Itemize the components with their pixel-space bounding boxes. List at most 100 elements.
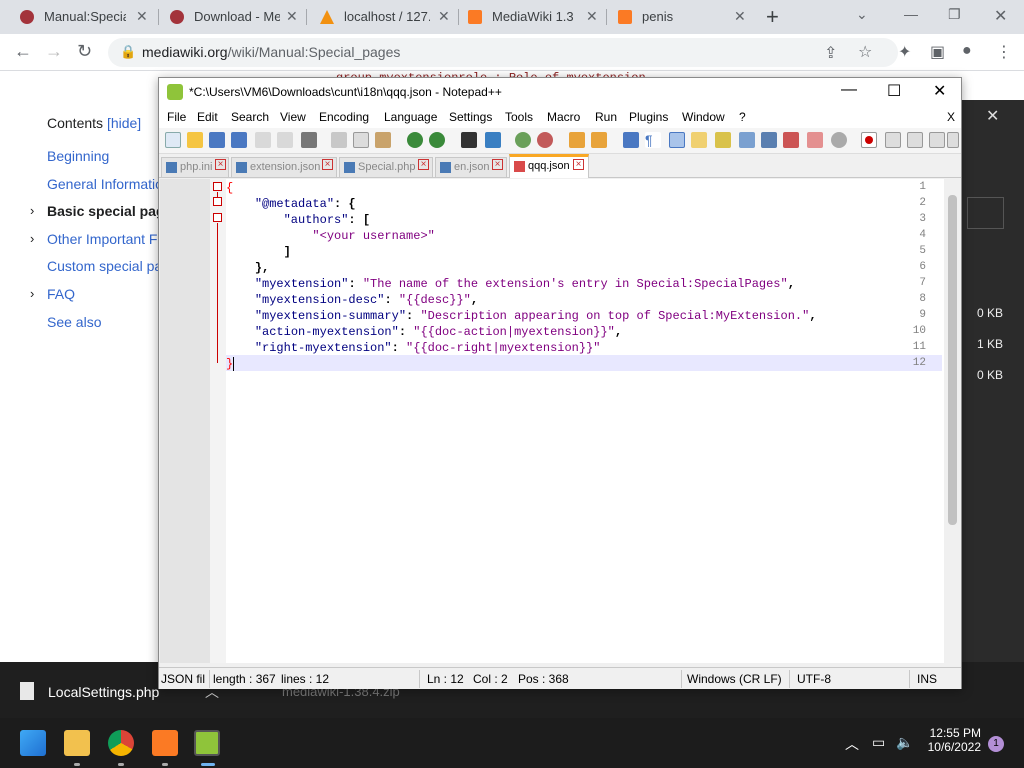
side-panel-icon[interactable]: ▣ [930,42,945,62]
monitoring-icon[interactable] [831,132,847,148]
sync-vertical-icon[interactable] [569,132,585,148]
close-tab-icon[interactable]: × [492,159,503,170]
menu-window[interactable]: Window [682,110,725,124]
undo-icon[interactable] [407,132,423,148]
menu-language[interactable]: Language [384,110,437,124]
menu-kebab-icon[interactable]: ⋮ [996,42,1012,62]
fold-minus-icon[interactable] [213,197,222,206]
volume-icon[interactable]: 🔈 [896,734,913,751]
document-tab-active[interactable]: qqq.json × [509,154,589,178]
notepadpp-taskbar-icon[interactable] [194,730,220,756]
menu-encoding[interactable]: Encoding [319,110,369,124]
network-icon[interactable]: ▭ [872,734,885,751]
print-icon[interactable] [301,132,317,148]
restore-icon[interactable]: ❐ [948,6,961,23]
doc-map-icon[interactable] [715,132,731,148]
reload-icon[interactable]: ↻ [77,41,92,62]
file-explorer-icon[interactable] [64,730,90,756]
minimize-icon[interactable]: — [904,6,918,22]
open-file-icon[interactable] [187,132,203,148]
document-tab[interactable]: en.json × [435,157,507,177]
bookmark-star-icon[interactable]: ☆ [858,42,872,62]
document-tab[interactable]: php.ini × [161,157,229,177]
toc-item-basic[interactable]: Basic special pag [47,203,165,219]
windows-start-icon[interactable] [20,730,46,756]
document-tab[interactable]: Special.php × [339,157,433,177]
folder-as-workspace-icon[interactable] [783,132,799,148]
minimize-icon[interactable]: — [841,81,857,99]
notification-badge[interactable]: 1 [988,736,1004,752]
tab-search-icon[interactable]: ⌄ [856,6,868,23]
close-tab-icon[interactable]: ✕ [136,8,148,25]
menu-search[interactable]: Search [231,110,269,124]
close-all-icon[interactable] [277,132,293,148]
code-editor[interactable]: 1 2 3 4 5 6 7 8 9 10 11 12 { "@metadata"… [160,179,944,663]
find-icon[interactable] [461,132,477,148]
system-clock[interactable]: 12:55 PM 10/6/2022 [925,726,981,754]
fold-minus-icon[interactable] [213,182,222,191]
toc-item-see-also[interactable]: See also [47,314,101,330]
chrome-icon[interactable] [108,730,134,756]
folder-icon[interactable] [807,132,823,148]
menu-edit[interactable]: Edit [197,110,218,124]
toc-hide-link[interactable]: [hide] [107,115,141,131]
toc-item-beginning[interactable]: Beginning [47,148,109,164]
close-window-icon[interactable]: ✕ [994,6,1007,26]
menu-settings[interactable]: Settings [449,110,492,124]
chevron-right-icon[interactable]: › [30,203,34,218]
browser-tab-2[interactable]: Download - Me ✕ [150,0,306,34]
browser-tab-3[interactable]: localhost / 127. ✕ [300,0,458,34]
share-icon[interactable]: ⇪ [824,43,837,63]
chevron-right-icon[interactable]: › [30,286,34,301]
zoom-in-icon[interactable] [515,132,531,148]
close-tab-icon[interactable]: × [573,159,584,170]
stop-macro-icon[interactable] [885,132,901,148]
vertical-scrollbar[interactable] [944,179,961,663]
toc-item-faq[interactable]: FAQ [47,286,75,302]
close-tab-icon[interactable]: ✕ [286,8,298,25]
save-all-icon[interactable] [231,132,247,148]
record-macro-icon[interactable] [861,132,877,148]
indent-guide-icon[interactable] [669,132,685,148]
download-item-name[interactable]: LocalSettings.php [48,684,159,700]
close-file-icon[interactable] [255,132,271,148]
sync-horizontal-icon[interactable] [591,132,607,148]
chevron-right-icon[interactable]: › [30,231,34,246]
toc-item-general[interactable]: General Informatio [47,176,163,192]
scrollbar-thumb[interactable] [948,195,957,525]
cut-icon[interactable] [331,132,347,148]
toc-item-custom[interactable]: Custom special pa [47,258,162,274]
fold-minus-icon[interactable] [213,213,222,222]
menu-view[interactable]: View [280,110,306,124]
new-tab-button[interactable]: + [766,4,779,30]
browser-tab-4[interactable]: MediaWiki 1.38. ✕ [448,0,606,34]
close-tab-icon[interactable]: ✕ [734,8,746,25]
menu-help[interactable]: ? [739,110,746,124]
play-macro-icon[interactable] [907,132,923,148]
close-tab-icon[interactable]: × [322,159,333,170]
maximize-icon[interactable]: ☐ [887,81,901,101]
forward-icon[interactable]: → [45,41,63,62]
toc-item-other[interactable]: Other Important F [47,231,157,247]
zoom-out-icon[interactable] [537,132,553,148]
new-file-icon[interactable] [165,132,181,148]
word-wrap-icon[interactable] [623,132,639,148]
close-tab-icon[interactable]: × [418,159,429,170]
menu-file[interactable]: File [167,110,186,124]
menu-macro[interactable]: Macro [547,110,580,124]
replace-icon[interactable] [485,132,501,148]
close-tab-icon[interactable]: ✕ [586,8,598,25]
run-macro-multiple-icon[interactable] [929,132,945,148]
profile-icon[interactable]: ● [962,42,972,60]
browser-tab-1[interactable]: Manual:Special p ✕ [0,0,158,34]
address-bar[interactable]: 🔒 mediawiki.org/wiki/Manual:Special_page… [108,38,898,67]
menu-tools[interactable]: Tools [505,110,533,124]
close-icon[interactable]: ✕ [986,106,999,126]
chevron-up-icon[interactable]: ︿ [845,734,859,754]
udl-icon[interactable] [691,132,707,148]
redo-icon[interactable] [429,132,445,148]
close-document-button[interactable]: X [947,110,955,124]
panel-input-box[interactable] [967,197,1004,229]
extensions-icon[interactable]: ✦ [898,42,911,62]
browser-tab-5[interactable]: penis ✕ [598,0,758,34]
